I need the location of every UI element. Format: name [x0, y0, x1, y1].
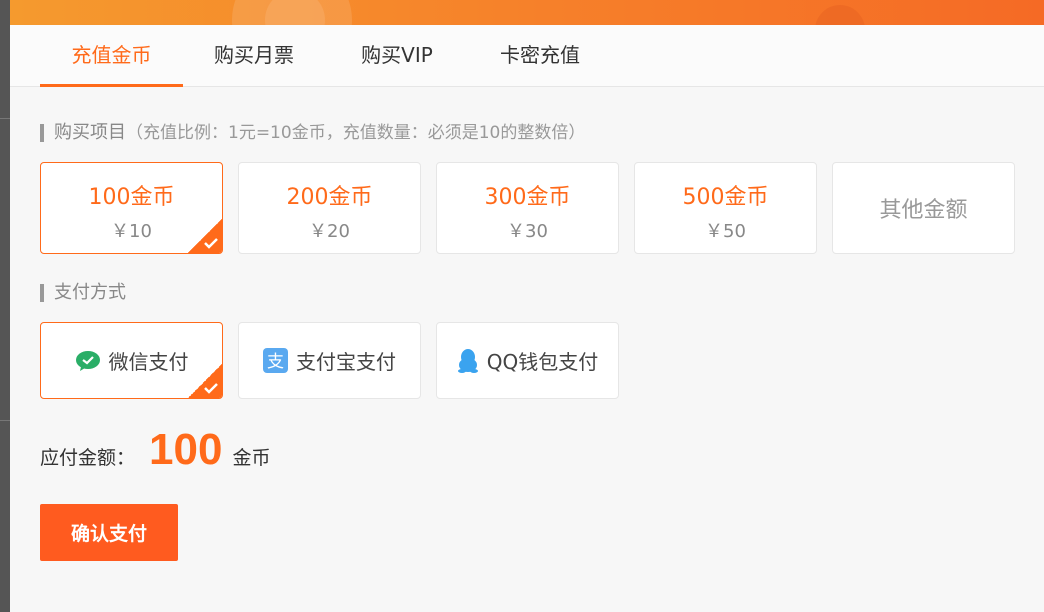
- coin-option-500[interactable]: 500金币 ￥50: [634, 162, 817, 254]
- pay-method-label: 微信支付: [108, 350, 189, 374]
- pay-method-wechat[interactable]: 微信支付: [40, 322, 223, 399]
- header-banner: [10, 0, 1044, 25]
- pay-method-qq[interactable]: QQ钱包支付: [436, 322, 619, 399]
- coin-option-100[interactable]: 100金币 ￥10: [40, 162, 223, 254]
- payable-amount-value: 100: [149, 425, 223, 474]
- coin-amount: 500金币: [682, 185, 769, 210]
- payable-amount-label: 应付金额：: [40, 447, 136, 469]
- tab-buy-monthly-ticket[interactable]: 购买月票: [206, 25, 302, 87]
- page-backdrop: [0, 0, 10, 612]
- payment-title-text: 支付方式: [54, 282, 126, 303]
- coin-price: ￥50: [705, 221, 746, 242]
- backdrop-divider: [0, 420, 10, 421]
- purchase-section-title: 购买项目（充值比例：1元=10金币，充值数量：必须是10的整数倍）: [40, 122, 585, 144]
- purchase-ratio-note: （充值比例：1元=10金币，充值数量：必须是10的整数倍）: [126, 123, 586, 143]
- payable-amount-unit: 金币: [232, 447, 271, 469]
- pay-method-label: QQ钱包支付: [486, 350, 599, 374]
- confirm-payment-button[interactable]: 确认支付: [40, 504, 178, 561]
- svg-text:支: 支: [267, 352, 284, 372]
- other-amount-label: 其他金额: [879, 198, 968, 223]
- coin-amount: 200金币: [286, 185, 373, 210]
- tab-recharge-coins[interactable]: 充值金币: [40, 25, 183, 87]
- backdrop-divider: [0, 118, 10, 119]
- coin-price: ￥30: [507, 221, 548, 242]
- coin-amount: 100金币: [88, 185, 175, 210]
- selected-check-icon: [188, 219, 222, 253]
- payment-section-title: 支付方式: [40, 282, 126, 304]
- qq-icon: [457, 348, 479, 374]
- pay-method-alipay[interactable]: 支 支付宝支付: [238, 322, 421, 399]
- coin-price: ￥20: [309, 221, 350, 242]
- tab-card-recharge[interactable]: 卡密充值: [492, 25, 588, 87]
- coin-option-other[interactable]: 其他金额: [832, 162, 1015, 254]
- recharge-dialog: 充值金币 购买月票 购买VIP 卡密充值 购买项目（充值比例：1元=10金币，充…: [10, 0, 1044, 612]
- pay-method-label: 支付宝支付: [296, 350, 396, 374]
- coin-option-300[interactable]: 300金币 ￥30: [436, 162, 619, 254]
- wechat-icon: [75, 350, 101, 372]
- tab-buy-vip[interactable]: 购买VIP: [354, 25, 440, 87]
- alipay-icon: 支: [263, 348, 288, 373]
- coin-option-200[interactable]: 200金币 ￥20: [238, 162, 421, 254]
- purchase-title-text: 购买项目: [54, 122, 126, 143]
- coin-amount: 300金币: [484, 185, 571, 210]
- selected-check-icon: [188, 364, 222, 398]
- payable-amount-row: 应付金额： 100 金币: [40, 425, 270, 485]
- tab-bar: 充值金币 购买月票 购买VIP 卡密充值: [10, 25, 1044, 87]
